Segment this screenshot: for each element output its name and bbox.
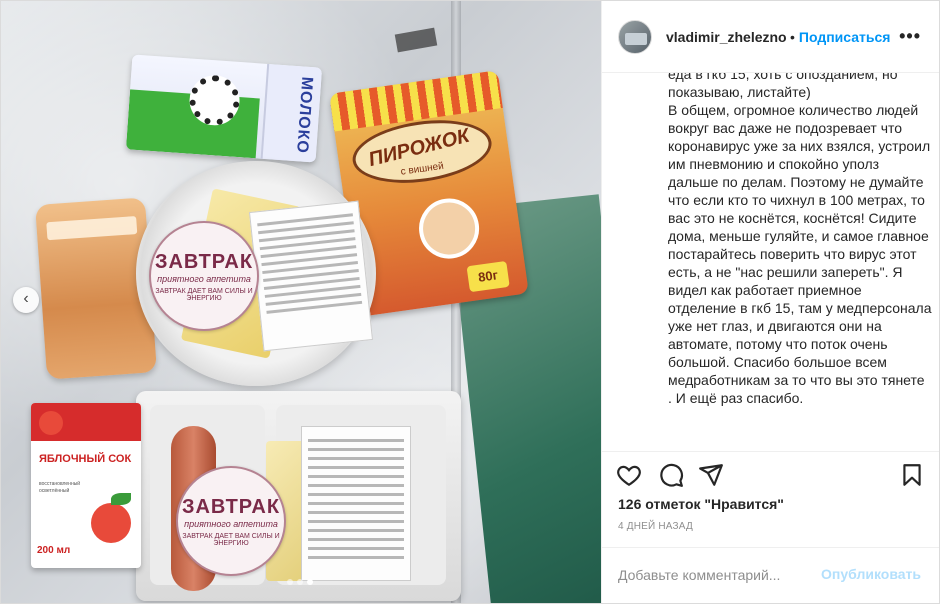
juice-volume: 200 мл — [37, 545, 71, 556]
carousel-dot-active — [307, 579, 313, 585]
apple-icon — [91, 503, 131, 543]
apple-icon — [39, 411, 63, 435]
follow-button[interactable]: Подписаться — [799, 29, 891, 45]
juice-description: восстановленный осветлённый — [39, 481, 81, 494]
like-button[interactable] — [616, 462, 644, 490]
breakfast-sticker: ЗАВТРАК приятного аппетита ЗАВТРАК ДАЕТ … — [176, 466, 286, 576]
action-bar — [602, 451, 939, 499]
avatar[interactable] — [618, 19, 652, 54]
carousel-dot — [287, 579, 293, 585]
caption-scroll-area[interactable]: еда в гкб 15, хоть с опозданием, но пока… — [602, 73, 939, 451]
breakfast-sticker: ЗАВТРАК приятного аппетита ЗАВТРАК ДАЕТ … — [149, 221, 259, 331]
comment-button[interactable] — [658, 462, 686, 490]
instagram-post: МОЛОКО ПИРОЖОК с вишней 80г ЗАВТРАК прия… — [0, 0, 940, 604]
apple-juice-carton: ЯБЛОЧНЫЙ СОК восстановленный осветлённый… — [31, 403, 141, 568]
carousel-indicator — [287, 579, 313, 585]
more-options-icon[interactable]: ••• — [899, 26, 921, 47]
post-header: vladimir_zhelezno • Подписаться ••• — [602, 1, 939, 73]
milk-carton: МОЛОКО — [125, 54, 323, 163]
separator-dot: • — [790, 28, 795, 45]
post-sidebar: vladimir_zhelezno • Подписаться ••• еда … — [602, 1, 939, 603]
previous-photo-button[interactable]: ‹ — [13, 287, 39, 313]
caption-text: еда в гкб 15, хоть с опозданием, но пока… — [668, 73, 932, 406]
heart-icon — [617, 465, 641, 487]
comment-bar: Опубликовать — [602, 547, 939, 603]
juice-label: ЯБЛОЧНЫЙ СОК — [39, 453, 132, 465]
username-link[interactable]: vladimir_zhelezno — [666, 29, 786, 45]
chevron-left-icon: ‹ — [23, 290, 29, 307]
comment-input[interactable] — [618, 564, 818, 586]
post-date[interactable]: 4 ДНЕЙ НАЗАД — [618, 521, 693, 532]
post-photo[interactable]: МОЛОКО ПИРОЖОК с вишней 80г ЗАВТРАК прия… — [1, 1, 602, 603]
chef-illustration — [415, 194, 483, 263]
save-button[interactable] — [899, 462, 927, 490]
carousel-dot — [297, 579, 303, 585]
pie-weight: 80г — [466, 260, 510, 293]
paper-plane-icon — [699, 464, 723, 486]
share-button[interactable] — [698, 462, 726, 490]
publish-button[interactable]: Опубликовать — [821, 566, 921, 582]
bookmark-icon — [903, 464, 921, 486]
likes-count[interactable]: 126 отметок "Нравится" — [618, 496, 784, 512]
comment-icon — [660, 463, 683, 487]
ingredients-label — [301, 426, 411, 581]
ingredients-label — [248, 200, 374, 352]
